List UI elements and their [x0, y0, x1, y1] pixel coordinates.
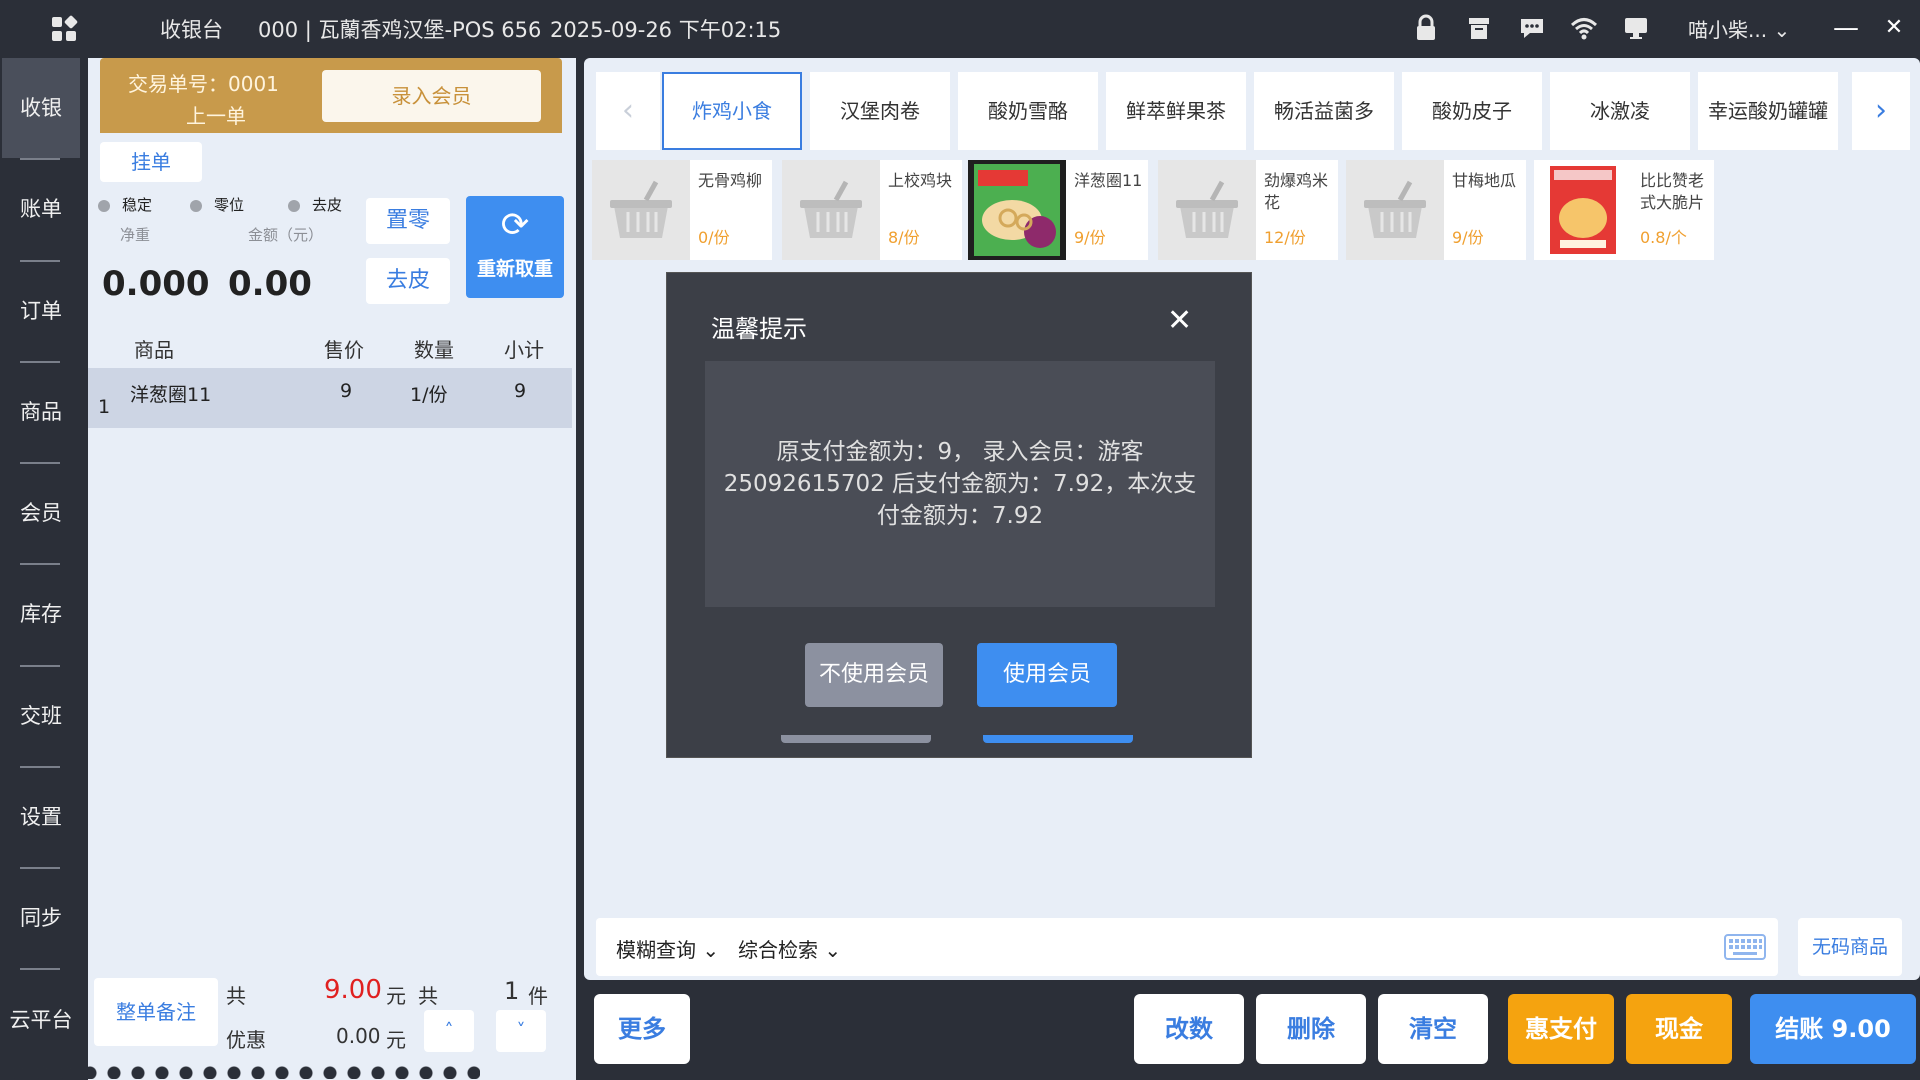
button-shadow — [983, 735, 1133, 743]
dialog-message-text: 原支付金额为：9， 录入会员：游客25092615702 后支付金额为：7.92… — [723, 439, 1197, 529]
button-shadow — [781, 735, 931, 743]
dialog-message: 原支付金额为：9， 录入会员：游客25092615702 后支付金额为：7.92… — [705, 361, 1215, 607]
dialog-title: 温馨提示 — [711, 315, 807, 343]
member-discount-dialog: 温馨提示 ✕ 原支付金额为：9， 录入会员：游客25092615702 后支付金… — [666, 272, 1252, 758]
use-member-button[interactable]: 使用会员 — [977, 643, 1117, 707]
close-icon[interactable]: ✕ — [1167, 303, 1192, 338]
no-member-button[interactable]: 不使用会员 — [805, 643, 943, 707]
modal-overlay: 温馨提示 ✕ 原支付金额为：9， 录入会员：游客25092615702 后支付金… — [0, 0, 1920, 1080]
